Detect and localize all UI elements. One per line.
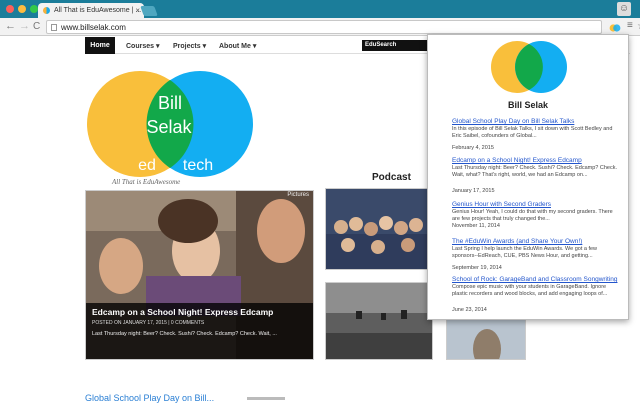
popup-post-title[interactable]: Edcamp on a School Night! Express Edcamp bbox=[452, 157, 622, 164]
forward-button[interactable]: → bbox=[19, 20, 30, 32]
address-bar[interactable]: www.billselak.com ☆ bbox=[46, 20, 640, 34]
popup-post-date: February 4, 2015 bbox=[452, 145, 494, 151]
popup-post: The #EduWin Awards (and Share Your Own!)… bbox=[452, 238, 622, 260]
back-button[interactable]: ← bbox=[5, 20, 16, 32]
statue-photo bbox=[447, 319, 525, 359]
popup-post-excerpt: Genius Hour! Yeah, I could do that with … bbox=[452, 209, 613, 222]
tab-close-icon[interactable]: × bbox=[135, 6, 140, 15]
popup-title: Bill Selak bbox=[507, 100, 549, 110]
popup-post-excerpt: Last Spring I help launch the EduWin Awa… bbox=[452, 246, 598, 259]
popup-post-excerpt: Compose epic music with your students in… bbox=[452, 284, 608, 297]
popup-post-excerpt: Last Thursday night: Beer? Check. Sushi?… bbox=[452, 165, 617, 178]
logo-right: tech bbox=[183, 157, 213, 174]
featured-title[interactable]: Edcamp on a School Night! Express Edcamp bbox=[92, 307, 307, 317]
nav-projects[interactable]: Projects ▾ bbox=[173, 37, 206, 54]
site-logo[interactable]: Bill Selak ed tech bbox=[85, 69, 255, 181]
logo-left: ed bbox=[138, 157, 156, 174]
browser-titlebar: All That is EduAwesome | ... × ☺ bbox=[0, 0, 640, 18]
featured-category-label: Pictures bbox=[287, 192, 309, 198]
popup-post: Edcamp on a School Night! Express Edcamp… bbox=[452, 157, 622, 179]
popup-venn-logo bbox=[491, 41, 567, 93]
popup-post: Global School Play Day on Bill Selak Tal… bbox=[452, 118, 622, 140]
post-thumbnail[interactable] bbox=[446, 318, 526, 360]
popup-post-title[interactable]: The #EduWin Awards (and Share Your Own!) bbox=[452, 238, 622, 245]
chevron-down-icon: ▾ bbox=[252, 43, 257, 50]
nav-about-label: About Me bbox=[219, 43, 251, 50]
favicon-icon bbox=[43, 7, 50, 14]
browser-tab[interactable]: All That is EduAwesome | ... × bbox=[38, 3, 144, 18]
nav-about[interactable]: About Me ▾ bbox=[219, 37, 256, 54]
podcast-thumbnail[interactable] bbox=[325, 282, 433, 360]
popup-post: Genius Hour with Second Graders Genius H… bbox=[452, 201, 622, 223]
logo-line1: Bill bbox=[158, 93, 182, 113]
minimize-window-button[interactable] bbox=[18, 5, 26, 13]
popup-post-date: September 19, 2014 bbox=[452, 265, 502, 271]
popup-post-excerpt: In this episode of Bill Selak Talks, I s… bbox=[452, 126, 613, 139]
featured-meta: POSTED ON JANUARY 17, 2015 | 0 COMMENTS bbox=[92, 320, 205, 326]
site-tagline: All That is EduAwesome bbox=[112, 178, 181, 186]
tab-title: All That is EduAwesome | ... bbox=[54, 7, 142, 14]
popup-post-date: June 23, 2014 bbox=[452, 307, 487, 313]
popup-post-title[interactable]: Global School Play Day on Bill Selak Tal… bbox=[452, 118, 622, 125]
popup-post-title[interactable]: Genius Hour with Second Graders bbox=[452, 201, 622, 208]
profile-icon[interactable]: ☺ bbox=[617, 2, 631, 16]
close-window-button[interactable] bbox=[6, 5, 14, 13]
bottom-post-link[interactable]: Global School Play Day on Bill... bbox=[85, 393, 214, 403]
nav-courses-label: Courses bbox=[126, 43, 155, 50]
chrome-menu-icon[interactable]: ≡ bbox=[627, 20, 633, 31]
featured-post[interactable]: Pictures Edcamp on a School Night! Expre… bbox=[85, 190, 314, 360]
beach-photo bbox=[326, 283, 432, 359]
new-tab-button[interactable] bbox=[140, 6, 158, 16]
featured-excerpt: Last Thursday night: Beer? Check. Sushi?… bbox=[92, 331, 277, 337]
chevron-down-icon: ▾ bbox=[155, 43, 160, 50]
reload-button[interactable]: C bbox=[33, 21, 40, 32]
popup-post-date: January 17, 2015 bbox=[452, 188, 495, 194]
featured-caption: Edcamp on a School Night! Express Edcamp… bbox=[86, 303, 313, 359]
page-icon bbox=[51, 24, 57, 31]
nav-courses[interactable]: Courses ▾ bbox=[126, 37, 159, 54]
extension-venn-icon[interactable] bbox=[609, 22, 621, 34]
nav-projects-label: Projects bbox=[173, 43, 201, 50]
podcast-heading: Podcast bbox=[372, 172, 411, 183]
url-text: www.billselak.com bbox=[61, 23, 126, 32]
logo-line2: Selak bbox=[146, 117, 192, 137]
chevron-down-icon: ▾ bbox=[202, 43, 207, 50]
maximize-window-button[interactable] bbox=[30, 5, 38, 13]
nav-home[interactable]: Home bbox=[85, 37, 115, 54]
popup-post-date: November 11, 2014 bbox=[452, 223, 500, 229]
extension-popup: Bill Selak Global School Play Day on Bil… bbox=[427, 34, 629, 320]
popup-post: School of Rock: GarageBand and Classroom… bbox=[452, 276, 622, 298]
podcast-thumbnail[interactable] bbox=[325, 188, 433, 270]
popup-post-title[interactable]: School of Rock: GarageBand and Classroom… bbox=[452, 276, 622, 283]
group-photo bbox=[326, 189, 432, 269]
